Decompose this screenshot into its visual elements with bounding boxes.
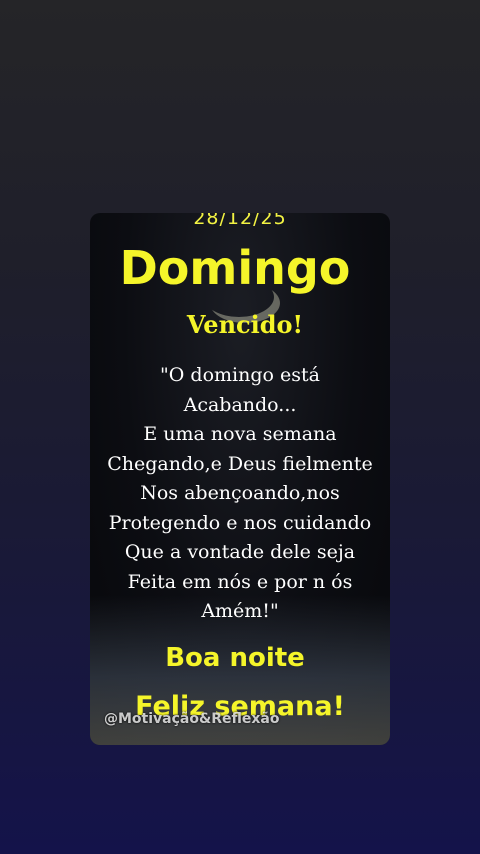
- quote-text: "O domingo está Acabando... E uma nova s…: [90, 361, 390, 627]
- day-title: Domingo: [119, 241, 351, 295]
- greeting-text: Boa noite: [165, 643, 305, 673]
- post-date: 28/12/25: [193, 213, 287, 229]
- watermark: @Motivação&Reflexão: [104, 711, 280, 727]
- quote-line: E uma nova semana: [143, 423, 337, 445]
- quote-line: "O domingo está: [160, 364, 320, 386]
- quote-line: Nos abençoando,nos: [140, 482, 340, 504]
- quote-line: Amém!": [201, 600, 279, 622]
- quote-line: Feita em nós e por n ós: [127, 570, 353, 593]
- quote-line: Chegando,e Deus fielmente: [107, 452, 373, 475]
- post-image[interactable]: 28/12/25 Domingo Vencido! "O domingo est…: [90, 213, 390, 745]
- quote-line: Que a vontade dele seja: [124, 541, 356, 563]
- quote-line: Protegendo e nos cuidando: [108, 511, 372, 534]
- day-subtitle: Vencido!: [186, 310, 304, 339]
- quote-line: Acabando...: [183, 393, 297, 416]
